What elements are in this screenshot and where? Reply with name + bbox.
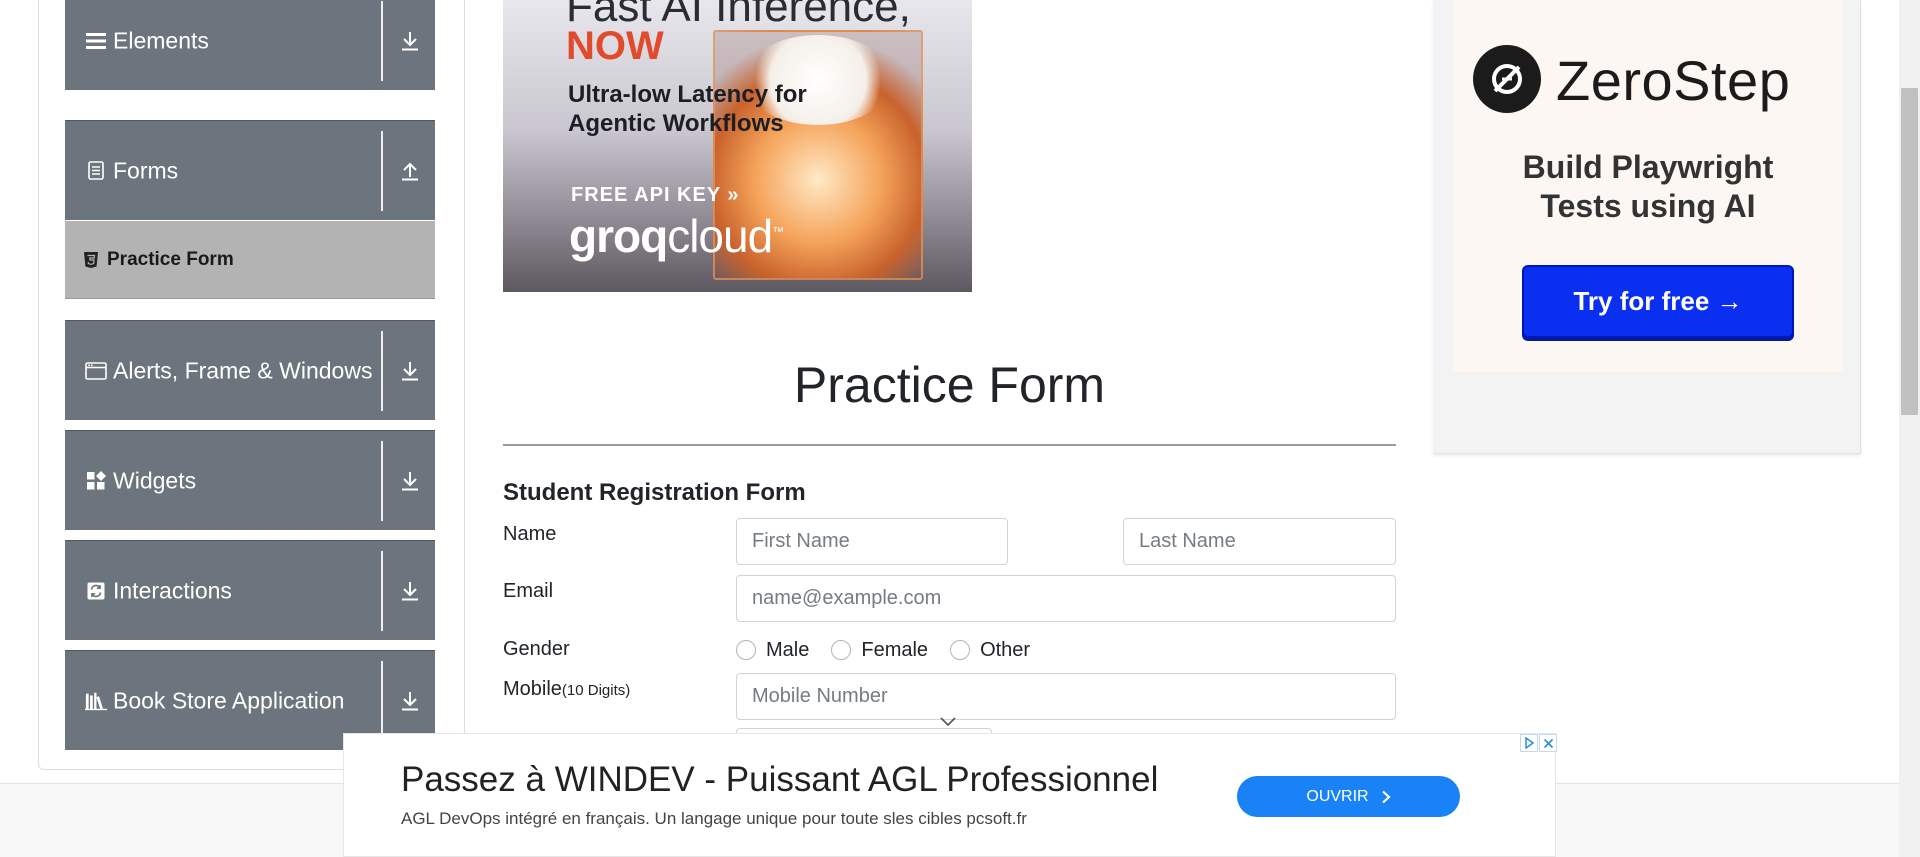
mobile-hint: (10 Digits) [561,682,631,699]
form-subtitle: Student Registration Form [503,479,806,506]
download-arrow-icon[interactable] [395,686,425,716]
widgets-icon [85,470,107,492]
html5-icon [83,251,99,269]
zerostep-logo-icon [1473,45,1541,113]
gender-radio-group: Male Female Other [736,638,1052,662]
download-arrow-icon[interactable] [395,466,425,496]
chevron-right-icon [1381,790,1391,803]
sidebar-group-elements[interactable]: Elements [65,0,435,90]
gender-other-radio[interactable] [950,640,971,660]
mobile-label: Mobile(10 Digits) [503,678,630,701]
try-for-free-button[interactable]: Try for free → [1522,265,1794,338]
gender-male-radio[interactable] [736,640,756,660]
divider [381,661,383,741]
ad-tagline: Build Playwright Tests using AI [1453,148,1843,226]
name-label: Name [503,523,557,545]
page: Elements Forms Practice Form Alerts, Fra… [0,0,1920,857]
gender-male-label[interactable]: Male [766,639,809,662]
sidebar-group-label: Book Store Application [113,687,345,713]
page-scrollbar[interactable] [1899,0,1920,857]
sidebar-group-alerts-frame-windows[interactable]: Alerts, Frame & Windows [65,320,435,420]
sidebar-group-label: Alerts, Frame & Windows [113,357,373,383]
groqcloud-logo: groqcloud™ [569,209,784,263]
first-name-input[interactable] [736,518,1008,565]
logo-part-groq: groq [569,210,668,262]
ad-tagline-2: Tests using AI [1540,188,1756,224]
download-arrow-icon[interactable] [395,576,425,606]
divider [381,331,383,411]
divider [381,551,383,631]
gender-label: Gender [503,638,570,660]
page-title: Practice Form [793,357,1106,413]
last-name-input[interactable] [1123,518,1396,565]
divider [381,131,383,211]
window-icon [85,360,107,382]
banner-now-text: NOW [566,24,664,68]
banner-cta: FREE API KEY » [571,184,740,206]
interactions-icon [85,580,107,602]
ouvrir-button-label: OUVRIR [1306,787,1369,805]
sidebar-group-label: Forms [113,157,179,183]
sidebar-group-label: Elements [113,27,209,53]
banner-subline-1: Ultra-low Latency for [568,81,807,108]
ad-card: ZeroStep Build Playwright Tests using AI… [1453,0,1843,372]
sidebar-group-label: Interactions [113,577,232,603]
gender-female-label[interactable]: Female [861,639,928,662]
windev-ad[interactable]: Passez à WINDEV - Puissant AGL Professio… [343,733,1557,857]
sidebar-item-practice-form[interactable]: Practice Form [65,221,435,299]
ad-brand: ZeroStep [1556,49,1791,112]
close-icon[interactable] [1539,734,1557,752]
hamburger-icon [85,30,107,52]
divider [503,444,1396,446]
zerostep-ad[interactable]: ZeroStep Build Playwright Tests using AI… [1433,0,1861,454]
divider [381,441,383,521]
document-icon [85,160,107,182]
groqcloud-banner-ad[interactable]: Fast AI Inference, NOW Ultra-low Latency… [503,0,972,292]
email-label: Email [503,580,554,602]
divider [381,1,383,81]
logo-part-cloud: cloud [667,210,773,262]
sidebar-group-forms[interactable]: Forms [65,120,435,220]
gender-female-radio[interactable] [831,640,852,660]
download-arrow-icon[interactable] [395,26,425,56]
banner-subheadline: Ultra-low Latency for Agentic Workflows [568,80,807,138]
sidebar-group-interactions[interactable]: Interactions [65,540,435,640]
upload-arrow-icon[interactable] [395,156,425,186]
trademark-mark: ™ [772,224,784,239]
ad-description: AGL DevOps intégré en français. Un langa… [401,809,1027,828]
gender-other-label[interactable]: Other [980,639,1030,662]
sidebar-group-label: Widgets [113,467,197,493]
mobile-label-text: Mobile [503,678,562,700]
chevron-down-icon [940,717,956,727]
banner-subline-2: Agentic Workflows [568,110,784,137]
ad-headline[interactable]: Passez à WINDEV - Puissant AGL Professio… [401,760,1158,800]
ouvrir-button[interactable]: OUVRIR [1237,776,1460,817]
email-input[interactable] [736,575,1396,622]
ad-tagline-1: Build Playwright [1522,149,1774,185]
scrollbar-thumb[interactable] [1901,88,1918,415]
sidebar-group-widgets[interactable]: Widgets [65,430,435,530]
download-arrow-icon[interactable] [395,356,425,386]
mobile-input[interactable] [736,673,1396,720]
books-icon [85,690,107,712]
adchoices-icon[interactable] [1520,734,1538,752]
sidebar-item-label: Practice Form [107,248,234,270]
